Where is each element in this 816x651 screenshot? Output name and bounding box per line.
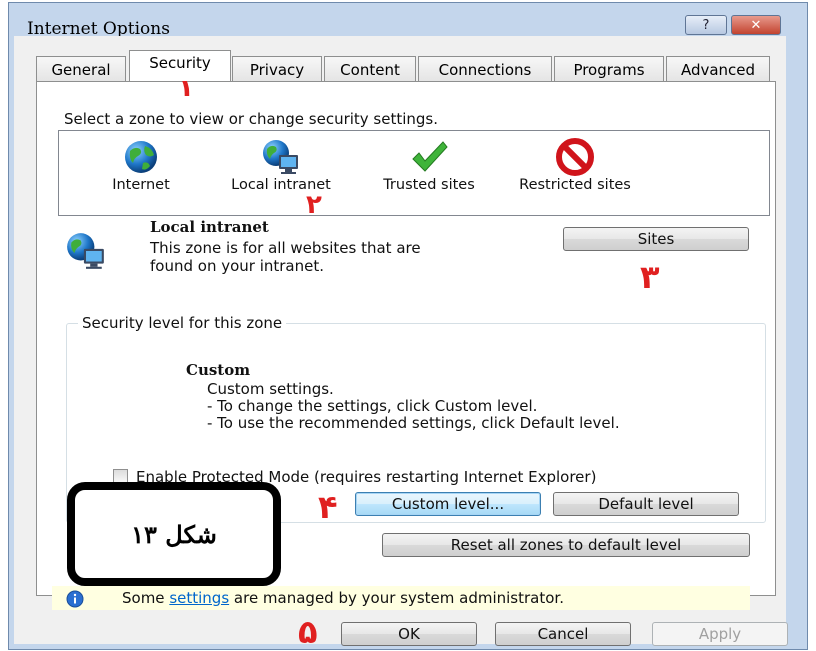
tab-general[interactable]: General <box>36 56 126 82</box>
zone-label: Trusted sites <box>383 177 475 193</box>
info-text-suffix: are managed by your system administrator… <box>229 589 564 607</box>
tab-label: Privacy <box>249 60 305 79</box>
cancel-button[interactable]: Cancel <box>495 622 631 646</box>
annotation-step-2: ٢ <box>306 190 322 220</box>
select-zone-instruction: Select a zone to view or change security… <box>64 110 439 128</box>
tab-security[interactable]: Security <box>129 50 231 81</box>
zone-list[interactable]: Internet Local intranet Trusted sites Re… <box>58 130 770 216</box>
restricted-icon <box>556 138 594 176</box>
close-button[interactable]: ✕ <box>731 15 781 35</box>
settings-link[interactable]: settings <box>169 589 229 607</box>
security-level-detail: - To use the recommended settings, click… <box>207 414 620 432</box>
close-icon: ✕ <box>750 17 762 33</box>
custom-level-button[interactable]: Custom level... <box>355 492 541 516</box>
zone-label: Restricted sites <box>519 177 631 193</box>
security-level-detail: Custom settings. <box>207 380 334 398</box>
ok-button[interactable]: OK <box>341 622 477 646</box>
tab-label: Security <box>149 54 211 72</box>
selected-zone-description: This zone is for all websites that are <box>150 239 421 257</box>
help-icon: ? <box>702 17 710 33</box>
tab-programs[interactable]: Programs <box>554 56 664 82</box>
annotation-step-4: ۴ <box>318 488 338 526</box>
figure-label-box: شکل ١٣ <box>67 482 281 586</box>
default-level-button[interactable]: Default level <box>553 492 739 516</box>
security-level-group-label: Security level for this zone <box>78 314 287 332</box>
intranet-icon <box>67 233 104 269</box>
sites-button[interactable]: Sites <box>563 227 749 251</box>
tab-label: Advanced <box>680 60 756 79</box>
title-bar[interactable]: Internet Options ? ✕ <box>9 3 807 39</box>
globe-icon <box>125 141 157 173</box>
apply-button[interactable]: Apply <box>652 622 788 646</box>
security-level-detail: - To change the settings, click Custom l… <box>207 397 538 415</box>
zone-label: Local intranet <box>231 177 331 193</box>
intranet-icon <box>263 140 298 174</box>
tab-label: Connections <box>438 60 532 79</box>
tab-connections[interactable]: Connections <box>418 56 552 82</box>
selected-zone-name: Local intranet <box>150 218 269 236</box>
tab-privacy[interactable]: Privacy <box>232 56 322 82</box>
checkmark-icon <box>412 141 448 172</box>
info-text-prefix: Some <box>122 589 170 607</box>
tab-label: Programs <box>573 60 645 79</box>
tab-content[interactable]: Content <box>324 56 416 82</box>
tab-label: General <box>51 60 111 79</box>
zone-label: Internet <box>112 177 170 193</box>
help-button[interactable]: ? <box>685 15 727 35</box>
admin-info-text: Some settings are managed by your system… <box>122 589 564 607</box>
tab-label: Content <box>340 60 400 79</box>
figure-label: شکل ١٣ <box>131 519 217 549</box>
selected-zone-description: found on your intranet. <box>150 257 325 275</box>
annotation-step-3: ٣ <box>640 258 660 296</box>
annotation-step-5: ۵ <box>298 613 318 651</box>
info-icon <box>66 590 84 608</box>
tab-advanced[interactable]: Advanced <box>666 56 770 82</box>
security-level-name: Custom <box>186 361 251 379</box>
reset-all-zones-button[interactable]: Reset all zones to default level <box>382 533 750 557</box>
